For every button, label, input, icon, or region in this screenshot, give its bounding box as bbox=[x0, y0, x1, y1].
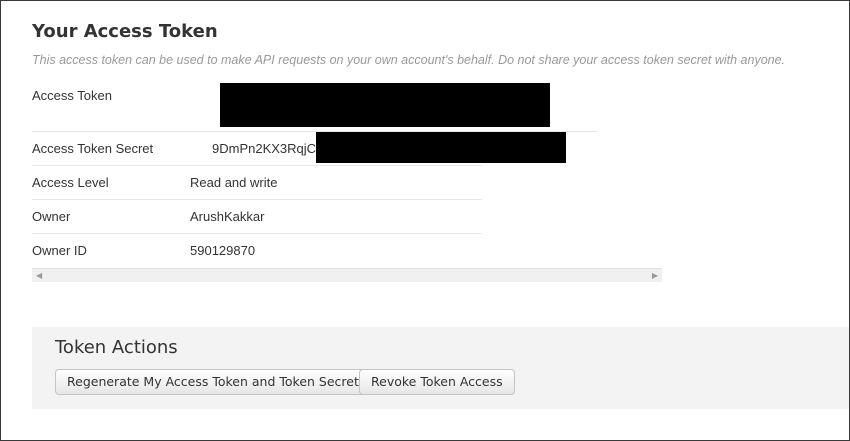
owner-value: ArushKakkar bbox=[190, 209, 265, 224]
owner-id-value: 590129870 bbox=[190, 243, 256, 258]
horizontal-scrollbar[interactable]: ◀ ▶ bbox=[32, 268, 662, 282]
row-divider bbox=[32, 199, 482, 200]
access-level-label: Access Level bbox=[32, 175, 109, 190]
access-token-label: Access Token bbox=[32, 88, 112, 103]
token-actions-panel: Token Actions Regenerate My Access Token… bbox=[32, 327, 849, 409]
row-divider bbox=[32, 165, 482, 166]
access-token-redaction bbox=[220, 83, 550, 127]
page-description: This access token can be used to make AP… bbox=[32, 53, 786, 67]
arrow-right-icon[interactable]: ▶ bbox=[652, 271, 658, 280]
row-divider bbox=[32, 233, 482, 234]
regenerate-token-button[interactable]: Regenerate My Access Token and Token Sec… bbox=[55, 369, 371, 395]
arrow-left-icon[interactable]: ◀ bbox=[36, 271, 42, 280]
owner-id-label: Owner ID bbox=[32, 243, 87, 258]
page-title: Your Access Token bbox=[32, 21, 218, 42]
access-token-secret-redaction bbox=[316, 132, 566, 163]
revoke-token-button[interactable]: Revoke Token Access bbox=[359, 369, 515, 395]
access-level-value: Read and write bbox=[190, 175, 278, 190]
token-page: Your Access Token This access token can … bbox=[0, 0, 850, 441]
owner-label: Owner bbox=[32, 209, 71, 224]
token-actions-title: Token Actions bbox=[55, 337, 178, 358]
access-token-secret-value: 9DmPn2KX3RqjC bbox=[212, 141, 317, 156]
access-token-secret-label: Access Token Secret bbox=[32, 141, 154, 156]
